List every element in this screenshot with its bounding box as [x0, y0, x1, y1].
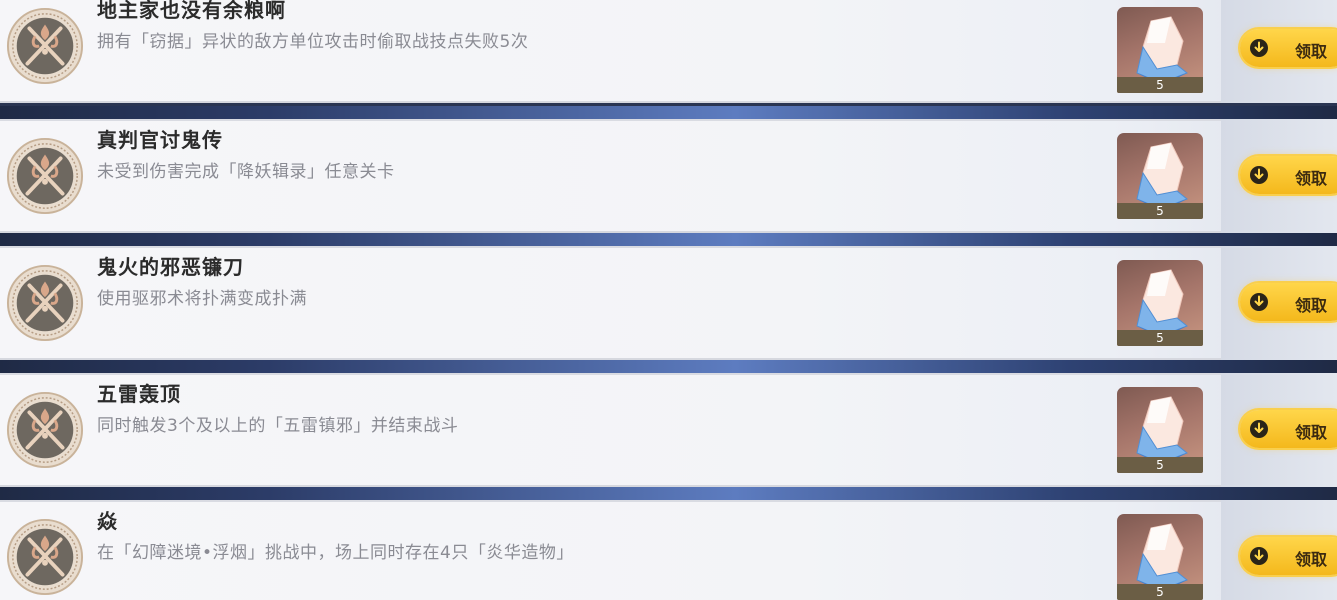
- achievement-row: 真判官讨鬼传 未受到伤害完成「降妖辑录」任意关卡 5 领取: [0, 119, 1337, 233]
- achievement-description: 使用驱邪术将扑满变成扑满: [97, 289, 307, 309]
- reward-item[interactable]: 5: [1117, 133, 1203, 219]
- achievement-description: 未受到伤害完成「降妖辑录」任意关卡: [97, 162, 395, 182]
- achievement-row: 地主家也没有余粮啊 拥有「窃据」异状的敌方单位攻击时偷取战技点失败5次 5 领取: [0, 0, 1337, 103]
- achievement-description: 拥有「窃据」异状的敌方单位攻击时偷取战技点失败5次: [97, 32, 529, 52]
- row-separator: [0, 106, 1337, 119]
- reward-item[interactable]: 5: [1117, 7, 1203, 93]
- achievement-title: 鬼火的邪恶镰刀: [97, 255, 244, 279]
- achievement-title: 地主家也没有余粮啊: [97, 0, 286, 22]
- claim-button[interactable]: 领取: [1240, 283, 1337, 321]
- row-separator: [0, 233, 1337, 246]
- claim-label: 领取: [1295, 423, 1328, 442]
- claim-button[interactable]: 领取: [1240, 410, 1337, 448]
- claim-label: 领取: [1295, 296, 1328, 315]
- claim-button[interactable]: 领取: [1240, 156, 1337, 194]
- claim-button[interactable]: 领取: [1240, 29, 1337, 67]
- claim-label: 领取: [1295, 169, 1328, 188]
- claim-label: 领取: [1295, 550, 1328, 569]
- achievement-title: 真判官讨鬼传: [97, 128, 223, 152]
- download-arrow-icon: [1250, 547, 1268, 565]
- achievement-emblem-icon: [6, 391, 84, 469]
- achievement-row: 鬼火的邪恶镰刀 使用驱邪术将扑满变成扑满 5 领取: [0, 246, 1337, 360]
- achievement-description: 在「幻障迷境•浮烟」挑战中，场上同时存在4只「炎华造物」: [97, 543, 574, 563]
- row-separator: [0, 487, 1337, 500]
- achievement-emblem-icon: [6, 137, 84, 215]
- reward-count: 5: [1117, 330, 1203, 346]
- reward-item[interactable]: 5: [1117, 260, 1203, 346]
- achievement-row: 焱 在「幻障迷境•浮烟」挑战中，场上同时存在4只「炎华造物」 5 领取: [0, 500, 1337, 600]
- achievement-title: 焱: [97, 509, 118, 533]
- achievement-row: 五雷轰顶 同时触发3个及以上的「五雷镇邪」并结束战斗 5 领取: [0, 373, 1337, 487]
- claim-label: 领取: [1295, 42, 1328, 61]
- achievement-emblem-icon: [6, 518, 84, 596]
- achievement-description: 同时触发3个及以上的「五雷镇邪」并结束战斗: [97, 416, 459, 436]
- claim-button[interactable]: 领取: [1240, 537, 1337, 575]
- reward-count: 5: [1117, 203, 1203, 219]
- achievement-emblem-icon: [6, 264, 84, 342]
- reward-item[interactable]: 5: [1117, 387, 1203, 473]
- row-separator: [0, 360, 1337, 373]
- achievement-list: 地主家也没有余粮啊 拥有「窃据」异状的敌方单位攻击时偷取战技点失败5次 5 领取: [0, 0, 1337, 600]
- download-arrow-icon: [1250, 293, 1268, 311]
- download-arrow-icon: [1250, 166, 1268, 184]
- achievement-title: 五雷轰顶: [97, 382, 181, 406]
- achievement-emblem-icon: [6, 7, 84, 85]
- download-arrow-icon: [1250, 39, 1268, 57]
- reward-count: 5: [1117, 457, 1203, 473]
- reward-count: 5: [1117, 77, 1203, 93]
- reward-item[interactable]: 5: [1117, 514, 1203, 600]
- download-arrow-icon: [1250, 420, 1268, 438]
- reward-count: 5: [1117, 584, 1203, 600]
